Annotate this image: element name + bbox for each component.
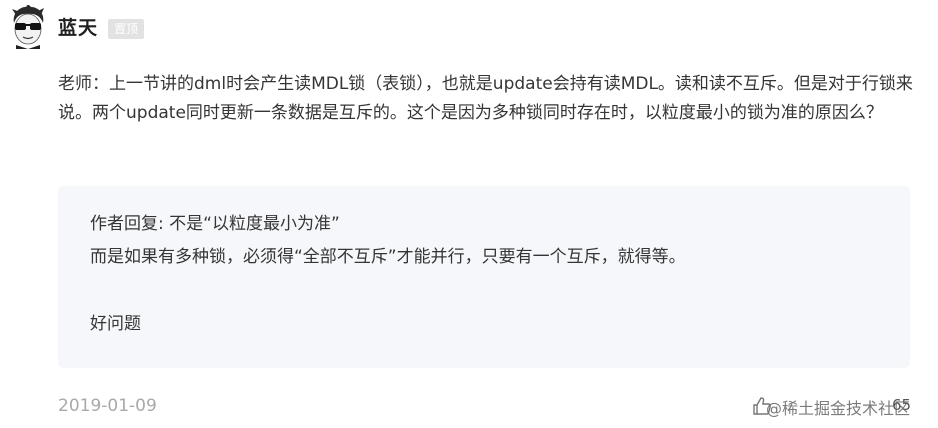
author-reply: 作者回复: 不是“以粒度最小为准” 而是如果有多种锁，必须得“全部不互斥”才能并… — [58, 186, 910, 368]
avatar-image — [8, 4, 48, 49]
avatar[interactable] — [8, 4, 48, 49]
reply-line-3: 好问题 — [90, 314, 141, 334]
reply-line-1: 作者回复: 不是“以粒度最小为准” — [90, 214, 340, 234]
comment-date: 2019-01-09 — [58, 396, 157, 416]
comment-text: 老师：上一节讲的dml时会产生读MDL锁（表锁），也就是update会持有读MD… — [58, 74, 913, 123]
watermark: @稀土掘金技术社区 — [766, 399, 911, 418]
reply-line-2: 而是如果有多种锁，必须得“全部不互斥”才能并行，只要有一个互斥，就得等。 — [90, 247, 686, 267]
username[interactable]: 蓝天 — [58, 13, 98, 40]
pinned-badge: 置顶 — [108, 19, 145, 39]
